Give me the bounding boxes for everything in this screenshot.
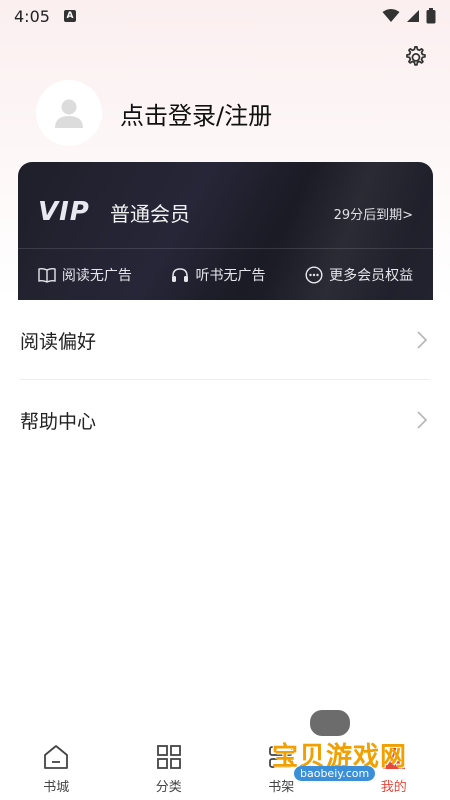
benefit-label: 阅读无广告	[61, 267, 132, 284]
tab-bookstore[interactable]: 书城	[0, 735, 113, 800]
home-icon	[44, 745, 69, 769]
chevron-right-icon	[417, 411, 428, 429]
tab-label: 书城	[43, 780, 70, 795]
benefit-listen-no-ads[interactable]: 听书无广告	[171, 265, 265, 285]
tab-category[interactable]: 分类	[113, 735, 226, 800]
tab-label: 分类	[155, 780, 182, 795]
gear-icon	[406, 46, 426, 66]
watermark: 宝贝游戏网 baobeiy.com	[270, 706, 420, 786]
vip-card[interactable]: VIP 普通会员 29分后到期> 阅读无广告 听书无广告 更多会员权益	[18, 162, 433, 300]
gamepad-icon	[310, 710, 350, 736]
vip-benefits: 阅读无广告 听书无广告 更多会员权益	[18, 249, 433, 300]
vip-level: 普通会员	[110, 202, 190, 226]
chevron-right-icon	[417, 331, 428, 349]
headphones-icon	[172, 267, 189, 282]
settings-button[interactable]	[400, 43, 430, 73]
menu-item-label: 阅读偏好	[20, 330, 97, 353]
notification-icon: A	[63, 10, 76, 22]
vip-badge: VIP	[38, 197, 90, 227]
menu-item-reading-preferences[interactable]: 阅读偏好	[0, 300, 450, 380]
menu-item-label: 帮助中心	[20, 410, 97, 433]
more-icon	[305, 265, 323, 284]
avatar[interactable]	[36, 80, 102, 146]
settings-menu: 阅读偏好 帮助中心	[0, 300, 450, 460]
menu-item-help-center[interactable]: 帮助中心	[0, 380, 450, 460]
signal-icon	[407, 10, 419, 22]
login-register-link[interactable]: 点击登录/注册	[120, 96, 272, 131]
battery-icon	[426, 8, 436, 24]
status-bar: 4:05 A	[0, 0, 450, 32]
watermark-url: baobeiy.com	[294, 766, 376, 781]
vip-expire-link[interactable]: 29分后到期>	[334, 204, 413, 223]
benefit-label: 听书无广告	[195, 267, 266, 284]
benefit-label: 更多会员权益	[329, 267, 414, 284]
status-time: 4:05	[14, 6, 50, 26]
benefit-read-no-ads[interactable]: 阅读无广告	[38, 265, 132, 285]
user-icon	[55, 99, 83, 128]
wifi-icon	[382, 9, 400, 22]
category-icon	[156, 745, 181, 769]
benefit-more[interactable]: 更多会员权益	[305, 265, 413, 285]
book-icon	[38, 267, 56, 283]
